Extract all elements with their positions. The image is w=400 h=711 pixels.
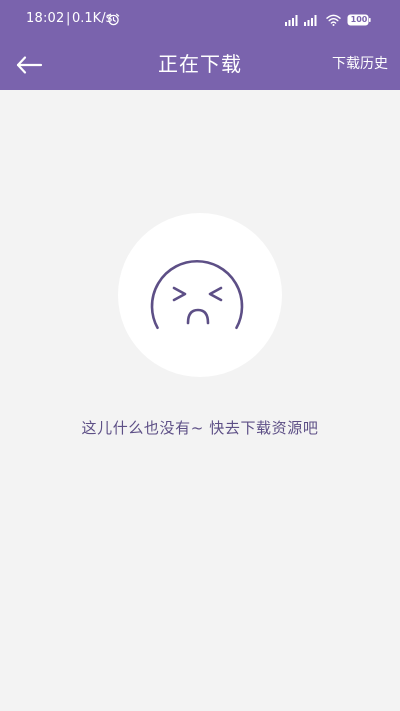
- status-separator: |: [66, 11, 71, 26]
- download-history-button[interactable]: 下载历史: [332, 53, 388, 75]
- empty-state-message: 这儿什么也没有~ 快去下载资源吧: [81, 419, 319, 437]
- nav-bar: 正在下载 下载历史: [0, 40, 400, 90]
- empty-state-illustration: [118, 213, 282, 377]
- signal-icon-sim2: [304, 15, 317, 26]
- back-arrow-icon: [16, 56, 43, 74]
- wifi-icon: [326, 14, 341, 26]
- status-bar: 18:02 | 0.1K/s 100: [0, 0, 400, 40]
- header: 18:02 | 0.1K/s 100 正在下载 下载历史: [0, 0, 400, 90]
- sad-face-icon: [150, 259, 244, 330]
- signal-icon-sim1: [285, 15, 298, 26]
- back-button[interactable]: [12, 47, 48, 83]
- alarm-icon: [107, 13, 120, 26]
- page-title: 正在下载: [158, 52, 242, 76]
- status-time: 18:02: [26, 11, 65, 26]
- battery-level: 100: [350, 15, 368, 24]
- screen: 18:02 | 0.1K/s 100 正在下载 下载历史 这儿什么也没有~ 快去…: [0, 0, 400, 711]
